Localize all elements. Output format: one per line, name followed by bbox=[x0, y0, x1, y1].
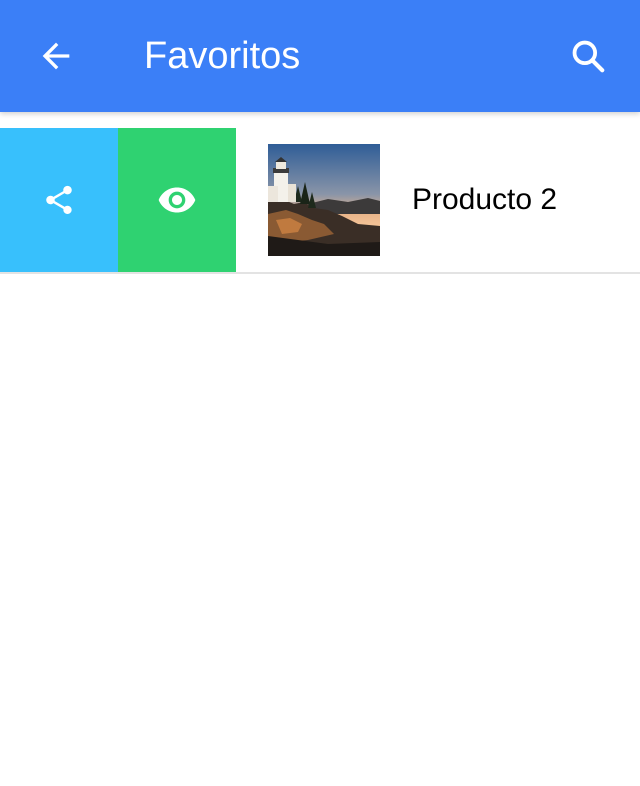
product-name: Producto 2 bbox=[412, 183, 558, 216]
arrow-back-icon bbox=[42, 42, 70, 70]
back-button[interactable] bbox=[24, 28, 88, 84]
search-button[interactable] bbox=[556, 28, 620, 84]
favorites-list: Producto 2 bbox=[0, 128, 640, 274]
list-item[interactable]: Producto 2 bbox=[0, 128, 640, 274]
eye-icon bbox=[158, 187, 196, 213]
share-button[interactable] bbox=[0, 128, 118, 272]
page-title: Favoritos bbox=[144, 35, 301, 77]
view-button[interactable] bbox=[118, 128, 236, 272]
toolbar: Favoritos bbox=[0, 0, 640, 112]
share-icon bbox=[46, 185, 72, 215]
product-thumbnail bbox=[268, 144, 380, 256]
search-icon bbox=[572, 40, 605, 73]
